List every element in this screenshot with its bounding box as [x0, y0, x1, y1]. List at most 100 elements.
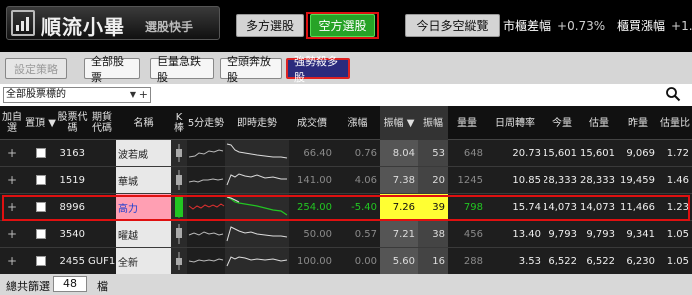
amplitude-ticks: 38: [418, 221, 448, 247]
col-name[interactable]: 名稱: [116, 106, 171, 140]
col-amplitude[interactable]: 振幅: [418, 106, 448, 140]
live-trend-chart: [225, 194, 289, 220]
stock-code: 3163: [59, 147, 85, 159]
market-overview-button[interactable]: 今日多空縱覽: [405, 14, 500, 37]
candle-cell: [171, 167, 187, 193]
col-candle[interactable]: K棒: [171, 106, 187, 140]
col-change[interactable]: 漲幅: [335, 106, 380, 140]
live-trend-chart: [225, 221, 289, 247]
candle-cell: [171, 140, 187, 166]
estimated-volume: 15,601: [580, 147, 615, 159]
table-row[interactable]: + 3540 曜越 50.00 0.57 7.21 38 456 13.40 9…: [0, 221, 692, 248]
stock-name[interactable]: 曜越: [116, 221, 171, 247]
col-amplitude-sorted[interactable]: 振幅 ▼: [380, 106, 418, 140]
col-price[interactable]: 成交價: [289, 106, 335, 140]
col-pin-top[interactable]: 置頂 ▼: [24, 106, 57, 140]
futures-code: [88, 221, 116, 247]
bear-run-button[interactable]: 空頭奔放股: [220, 55, 282, 84]
col-daily-turnover[interactable]: 日周轉率: [486, 106, 544, 140]
price: 254.00: [297, 201, 332, 213]
daily-turnover: 15.74: [512, 201, 541, 213]
col-add-watch[interactable]: 加自選: [0, 106, 24, 140]
long-picks-button[interactable]: 多方選股: [236, 14, 304, 37]
add-universe-button[interactable]: +: [139, 88, 148, 102]
yesterday-volume: 9,069: [626, 147, 655, 159]
pin-checkbox[interactable]: [35, 175, 46, 185]
volume-plunge-button[interactable]: 巨量急跌股: [150, 55, 214, 84]
stock-table: 加自選 置頂 ▼ 股票代碼 期貨代碼 名稱 K棒 5分走勢 即時走勢 成交價 漲…: [0, 106, 692, 275]
estimate-ratio: 1.05: [666, 228, 689, 240]
pin-checkbox[interactable]: [35, 229, 46, 239]
estimate-ratio: 1.72: [666, 147, 689, 159]
stock-name[interactable]: 波若威: [116, 140, 171, 166]
filter-bar: 全部股票標的 ▼ +: [0, 84, 692, 106]
price: 50.00: [303, 228, 332, 240]
volume-ratio: 456: [463, 228, 483, 240]
col-yesterday-volume[interactable]: 昨量: [618, 106, 658, 140]
table-row[interactable]: + 1519 華城 141.00 4.06 7.38 20 1245 10.85…: [0, 167, 692, 194]
daily-turnover: 13.40: [512, 228, 541, 240]
price: 100.00: [297, 255, 332, 267]
col-stock-code[interactable]: 股票代碼: [57, 106, 88, 140]
col-estimated-volume[interactable]: 估量: [580, 106, 618, 140]
table-row-selected[interactable]: + 8996 高力 254.00 -5.40 7.26 39 798 15.74…: [0, 194, 692, 221]
amplitude-ticks: 39: [418, 194, 448, 220]
magnifier-icon[interactable]: [665, 86, 681, 102]
amplitude-pct: 8.04: [380, 140, 418, 166]
today-volume: 9,793: [548, 228, 577, 240]
table-row[interactable]: + 3163 波若威 66.40 0.76 8.04 53 648 20.73 …: [0, 140, 692, 167]
col-futures-code[interactable]: 期貨代碼: [88, 106, 116, 140]
candle-cell: [171, 194, 187, 220]
today-volume: 14,073: [544, 201, 577, 213]
otc-change-value: +1.5: [671, 19, 692, 33]
futures-code: [88, 167, 116, 193]
pin-checkbox[interactable]: [35, 148, 46, 158]
amplitude-ticks: 20: [418, 167, 448, 193]
stock-code: 8996: [59, 201, 85, 213]
app-title: 順流小畢: [41, 15, 125, 39]
stock-name[interactable]: 全新: [116, 248, 171, 274]
add-watchlist-button[interactable]: +: [7, 146, 17, 160]
estimated-volume: 9,793: [586, 228, 615, 240]
col-today-volume[interactable]: 今量: [544, 106, 580, 140]
volume-ratio: 648: [463, 147, 483, 159]
stock-code: 1519: [59, 174, 85, 186]
pin-checkbox[interactable]: [35, 202, 46, 212]
change: 0.57: [354, 228, 377, 240]
set-strategy-button[interactable]: 設定策略: [5, 58, 67, 79]
yesterday-volume: 19,459: [620, 174, 655, 186]
all-stocks-button[interactable]: 全部股票: [84, 55, 140, 84]
table-header: 加自選 置頂 ▼ 股票代碼 期貨代碼 名稱 K棒 5分走勢 即時走勢 成交價 漲…: [0, 106, 692, 140]
volume-ratio: 1245: [457, 174, 483, 186]
estimate-ratio: 1.05: [666, 255, 689, 267]
mini-trend-chart: [187, 194, 225, 220]
stock-name[interactable]: 高力: [116, 194, 171, 220]
add-watchlist-button[interactable]: +: [7, 200, 17, 214]
amplitude-ticks: 16: [418, 248, 448, 274]
daily-turnover: 20.73: [512, 147, 541, 159]
amplitude-pct: 7.26: [380, 194, 418, 220]
futures-code: [88, 140, 116, 166]
col-5min-trend[interactable]: 5分走勢: [187, 106, 225, 140]
add-watchlist-button[interactable]: +: [7, 254, 17, 268]
amplitude-pct: 7.38: [380, 167, 418, 193]
strong-kill-button[interactable]: 強勢殺多股: [286, 55, 350, 84]
strategy-toolbar: 設定策略 全部股票 巨量急跌股 空頭奔放股 強勢殺多股: [0, 52, 692, 84]
add-watchlist-button[interactable]: +: [7, 173, 17, 187]
add-watchlist-button[interactable]: +: [7, 227, 17, 241]
amplitude-ticks: 53: [418, 140, 448, 166]
today-volume: 28,333: [544, 174, 577, 186]
today-volume: 6,522: [548, 255, 577, 267]
stock-name[interactable]: 華城: [116, 167, 171, 193]
daily-turnover: 10.85: [512, 174, 541, 186]
col-volume-ratio[interactable]: 量量: [448, 106, 486, 140]
col-estimate-ratio[interactable]: 估量比: [658, 106, 692, 140]
stock-universe-value: 全部股票標的: [6, 89, 66, 100]
stock-universe-select[interactable]: 全部股票標的 ▼ +: [3, 87, 151, 103]
pin-checkbox[interactable]: [35, 256, 46, 266]
daily-turnover: 3.53: [518, 255, 541, 267]
col-live-trend[interactable]: 即時走勢: [225, 106, 289, 140]
table-row[interactable]: + 2455 GUF1 全新 100.00 0.00 5.60 16 288 3…: [0, 248, 692, 275]
estimate-ratio: 1.23: [666, 201, 689, 213]
short-picks-button[interactable]: 空方選股: [310, 14, 375, 37]
